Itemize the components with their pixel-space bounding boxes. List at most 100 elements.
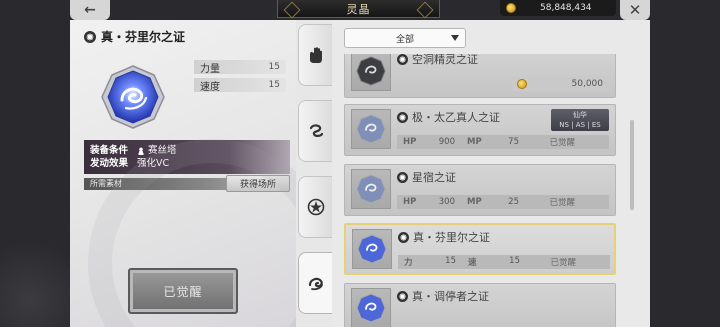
chevron-down-icon — [451, 35, 459, 41]
fist-icon — [309, 47, 322, 63]
effect-row: 发动效果 强化VC — [90, 157, 284, 170]
effect-value: 强化VC — [137, 158, 170, 169]
item-name: 空洞精灵之证 — [397, 54, 478, 67]
emblem-icon — [397, 290, 408, 302]
blue-crystal-icon — [101, 65, 165, 129]
status-label: 已觉醒 — [549, 198, 575, 208]
grey-crystal-icon — [356, 174, 386, 204]
item-name: 星宿之证 — [397, 169, 456, 185]
close-icon: ✕ — [628, 1, 642, 19]
tab-wave[interactable] — [298, 252, 332, 314]
coin-icon — [506, 3, 516, 13]
crystal-thumb — [352, 229, 392, 269]
crystal-thumb — [351, 109, 391, 149]
stat-value: 300 — [438, 197, 455, 207]
stats-bar: HP 900 MP 75 已觉醒 — [397, 135, 609, 149]
tab-swirl[interactable] — [298, 100, 332, 162]
crystal-list[interactable]: 空洞精灵之证 50,000 极・太乙真人之证 仙华 NS | AS | ES H… — [342, 54, 618, 327]
stats-bar: 力 15 速 15 已觉醒 — [398, 255, 610, 269]
item-name-text: 空洞精灵之证 — [412, 54, 478, 66]
item-name-text: 星宿之证 — [412, 171, 456, 184]
character-tag: 仙华 NS | AS | ES — [551, 109, 609, 131]
item-title: 真・芬里尔之证 — [84, 28, 185, 45]
blue-crystal-icon — [356, 293, 386, 323]
materials-bar: 所需素材 — [84, 178, 290, 190]
stat-value: 25 — [508, 197, 519, 207]
stat-label: MP — [467, 137, 482, 147]
emblem-icon — [397, 54, 408, 65]
screen-title-banner: 灵晶 — [277, 0, 440, 18]
person-icon — [137, 146, 146, 155]
tab-fist[interactable] — [298, 24, 332, 86]
tag-styles: NS | AS | ES — [559, 121, 601, 129]
tag-name: 仙华 — [573, 111, 587, 119]
price-bar: 50,000 — [511, 77, 609, 91]
crystal-image — [100, 64, 166, 130]
blue-crystal-icon — [357, 234, 387, 264]
item-name: 真・芬里尔之证 — [101, 30, 186, 44]
stat-row-strength: 力量 15 — [194, 60, 286, 75]
crystal-thumb — [351, 169, 391, 209]
emblem-icon — [397, 111, 408, 123]
materials-label: 所需素材 — [90, 179, 122, 188]
stats-bar: HP 300 MP 25 已觉醒 — [397, 195, 609, 209]
currency-display: 58,848,434 — [500, 0, 616, 16]
list-item-selected[interactable]: 真・芬里尔之证 力 15 速 15 已觉醒 — [344, 223, 616, 275]
list-item[interactable]: 星宿之证 HP 300 MP 25 已觉醒 — [344, 164, 616, 216]
currency-value: 58,848,434 — [540, 3, 592, 13]
wave-icon — [308, 277, 323, 291]
awakened-button[interactable]: 已觉醒 — [128, 268, 238, 314]
stat-value: 75 — [508, 137, 519, 147]
stat-label: 力量 — [200, 63, 220, 75]
list-scrollbar[interactable] — [630, 120, 634, 210]
filter-select[interactable]: 全部 — [344, 28, 466, 48]
stat-value: 15 — [268, 80, 280, 90]
crystal-thumb — [351, 288, 391, 327]
equip-condition-row: 装备条件 赛丝塔 — [90, 144, 284, 157]
stat-row-speed: 速度 15 — [194, 78, 286, 93]
crystal-thumb — [351, 54, 391, 91]
back-button[interactable]: ← — [70, 0, 110, 20]
coin-icon — [517, 79, 527, 89]
swirl-icon — [309, 124, 323, 137]
item-name-text: 真・调停者之证 — [412, 290, 489, 303]
stat-label: 力 — [404, 258, 413, 268]
stat-label: MP — [467, 197, 482, 207]
item-name-text: 真・芬里尔之证 — [413, 231, 490, 244]
grey-crystal-icon — [356, 114, 386, 144]
stat-value: 15 — [445, 256, 456, 266]
crystal-list-panel: 全部 空洞精灵之证 50,000 极・太乙真人之证 仙华 NS | AS | E… — [332, 20, 650, 327]
equip-condition-label: 装备条件 — [90, 145, 129, 156]
filter-selected: 全部 — [395, 34, 414, 45]
stat-value: 15 — [268, 62, 280, 72]
emblem-icon — [397, 171, 408, 183]
stat-label: HP — [403, 197, 417, 207]
stat-value: 900 — [438, 137, 455, 147]
star-emblem-icon — [307, 198, 324, 216]
detail-panel: 真・芬里尔之证 力量 15 速度 15 装备条件 赛丝塔 发动效果 强化VC 所… — [70, 20, 296, 327]
list-item[interactable]: 极・太乙真人之证 仙华 NS | AS | ES HP 900 MP 75 已觉醒 — [344, 104, 616, 156]
back-arrow-icon: ← — [84, 2, 96, 18]
dark-crystal-icon — [356, 56, 386, 86]
screen-title: 灵晶 — [346, 2, 371, 16]
price-value: 50,000 — [571, 79, 604, 89]
stat-label: HP — [403, 137, 417, 147]
list-item[interactable]: 真・调停者之证 — [344, 283, 616, 327]
effect-label: 发动效果 — [90, 158, 129, 169]
stat-label: 速 — [468, 258, 477, 268]
equip-info-box: 装备条件 赛丝塔 发动效果 强化VC — [84, 140, 290, 174]
equip-condition-value: 赛丝塔 — [148, 145, 177, 156]
category-tabs — [296, 20, 332, 327]
stat-label: 速度 — [200, 81, 220, 93]
status-label: 已觉醒 — [549, 138, 575, 148]
emblem-icon — [84, 30, 96, 43]
stat-value: 15 — [509, 256, 520, 266]
emblem-icon — [398, 231, 409, 243]
tab-star-emblem[interactable] — [298, 176, 332, 238]
list-item[interactable]: 空洞精灵之证 50,000 — [344, 54, 616, 98]
source-button[interactable]: 获得场所 — [226, 175, 290, 192]
item-name: 真・调停者之证 — [397, 288, 489, 304]
item-name: 极・太乙真人之证 — [397, 109, 500, 125]
close-button[interactable]: ✕ — [620, 0, 650, 20]
item-name-text: 极・太乙真人之证 — [412, 111, 500, 124]
